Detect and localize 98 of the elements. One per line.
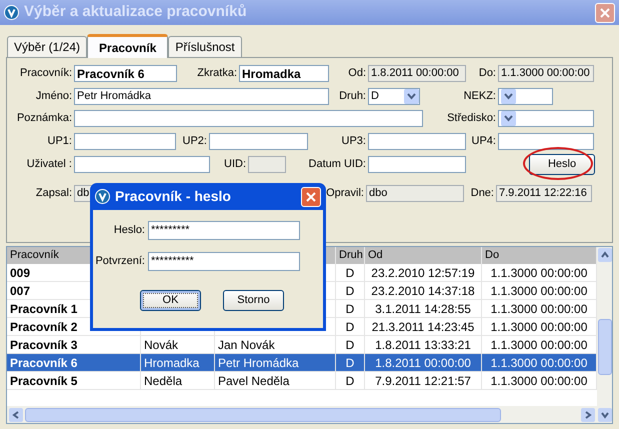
field-label: Uživatel : [26,157,72,172]
table-row[interactable]: Pracovník 3 Novák Jan Novák D 1.8.2011 13:33:21 1.1.3000 00:00:00 [7,336,597,354]
input-field[interactable] [209,133,308,150]
table-cell-text: 1.1.3000 00:00:00 [490,264,588,282]
table-cell-text: Pracovník 6 [10,354,78,372]
input-field[interactable] [74,133,176,150]
table-cell-text: 009 [10,264,30,282]
field-label: Pracovník: [20,66,72,82]
field-label: Heslo: [112,223,146,238]
heslo-button[interactable]: Heslo [529,154,595,175]
input-field[interactable] [368,133,466,150]
table-cell-text: 23.2.2010 14:37:18 [371,282,475,300]
dropdown-field[interactable] [498,88,553,105]
vertical-scrollbar[interactable] [597,247,612,423]
table-cell-text: D [346,264,354,282]
close-button[interactable] [301,186,321,206]
app-logo-icon [4,5,19,20]
dialog-title: Pracovník - heslo [115,187,231,206]
password-field[interactable]: ********** [148,252,300,271]
close-icon [600,8,610,18]
table-cell-text: 23.2.2010 12:57:19 [371,264,475,282]
table-cell-text: 007 [10,282,30,300]
field-label: Do: [478,66,496,82]
table-cell-text: D [346,282,354,300]
table-row[interactable]: Pracovník 5 Neděla Pavel Neděla D 7.9.2011 12:21:57 1.1.3000 00:00:00 [7,372,597,390]
readonly-field: 7.9.2011 12:22:16 [496,185,592,202]
readonly-field [248,156,286,173]
table-cell-text: 1.1.3000 00:00:00 [490,354,588,372]
tab[interactable]: Příslušnost [168,36,242,57]
input-field[interactable] [74,156,210,173]
field-label: Datum UID: [308,157,366,172]
field-label: UP1: [48,134,72,150]
scroll-down-icon[interactable] [598,408,612,422]
readonly-field: 1.1.3000 00:00:00 [498,65,594,82]
table-cell-text: D [346,318,354,336]
field-label: Od: [348,66,366,82]
field-label: Zapsal: [36,186,72,202]
table-cell-text: 21.3.2011 14:23:45 [372,318,474,336]
scroll-thumb[interactable] [598,319,612,375]
table-cell-text: Pavel Neděla [218,372,290,390]
horizontal-scrollbar[interactable] [7,406,597,423]
input-field[interactable]: Hromadka [239,65,329,82]
tab[interactable]: Pracovník [87,34,168,58]
readonly-field: dbo [366,185,464,202]
scroll-up-icon[interactable] [598,248,612,262]
table-cell-text: Petr Hromádka [218,354,299,372]
scroll-right-icon[interactable] [581,408,595,422]
field-label: UP4: [472,134,496,150]
scroll-thumb[interactable] [25,408,501,422]
field-label: UP2: [182,134,207,150]
input-field[interactable]: Pracovník 6 [74,65,177,82]
window-title: Výběr a aktualizace pracovníků [24,2,247,22]
table-row[interactable]: Pracovník 6 Hromadka Petr Hromádka D 1.8.2011 00:00:00 1.1.3000 00:00:00 [7,354,597,372]
dropdown-field[interactable]: D [368,88,420,105]
field-label: Druh: [339,89,366,104]
table-cell-text: 1.1.3000 00:00:00 [490,300,588,318]
table-cell-text: 1.1.3000 00:00:00 [490,372,588,390]
table-cell-text: Hromadka [144,354,200,372]
field-label: Zkratka: [197,66,237,82]
field-label: Dne: [470,186,494,202]
table-cell-text: 7.9.2011 12:21:57 [375,372,471,390]
table-cell-text: Neděla [144,372,182,390]
ok-button[interactable]: OK [140,290,201,311]
table-cell-text: 1.8.2011 00:00:00 [375,354,471,372]
input-field[interactable] [498,133,594,150]
password-field[interactable]: ********* [148,221,300,240]
table-cell-text: 3.1.2011 14:28:55 [375,300,471,318]
dropdown-field[interactable] [498,110,594,127]
field-label: NEKZ: [464,89,496,104]
field-label: Středisko: [447,111,496,126]
table-cell-text: 1.1.3000 00:00:00 [490,336,588,354]
table-cell-text: D [346,336,354,354]
app-logo-icon [95,189,110,204]
cancel-button[interactable]: Storno [223,290,284,311]
table-cell-text: Pracovník 5 [10,372,78,390]
table-cell-text: D [346,372,354,390]
field-label: Opravil: [326,186,364,202]
field-label: UP3: [342,134,366,150]
table-cell-text: Pracovník 1 [10,300,78,318]
table-cell-text: D [346,300,354,318]
table-cell-text: 1.1.3000 00:00:00 [490,282,588,300]
field-label: Jméno: [36,89,72,104]
field-label: UID: [224,157,246,172]
table-cell-text: Novák [144,336,178,354]
scroll-left-icon[interactable] [9,408,23,422]
table-cell-text: D [346,354,354,372]
table-cell-text: Pracovník 2 [10,318,78,336]
input-field[interactable] [74,110,423,127]
readonly-field: 1.8.2011 00:00:00 [368,65,466,82]
table-cell-text: 1.8.2011 13:33:21 [375,336,471,354]
input-field[interactable] [368,156,466,173]
field-label: Poznámka: [16,111,72,126]
table-cell-text: Pracovník 3 [10,336,78,354]
close-icon [306,192,316,202]
tab[interactable]: Výběr (1/24) [7,36,88,57]
table-cell-text: Jan Novák [218,336,275,354]
table-cell-text: 1.1.3000 00:00:00 [490,318,588,336]
input-field[interactable]: Petr Hromádka [74,88,329,105]
